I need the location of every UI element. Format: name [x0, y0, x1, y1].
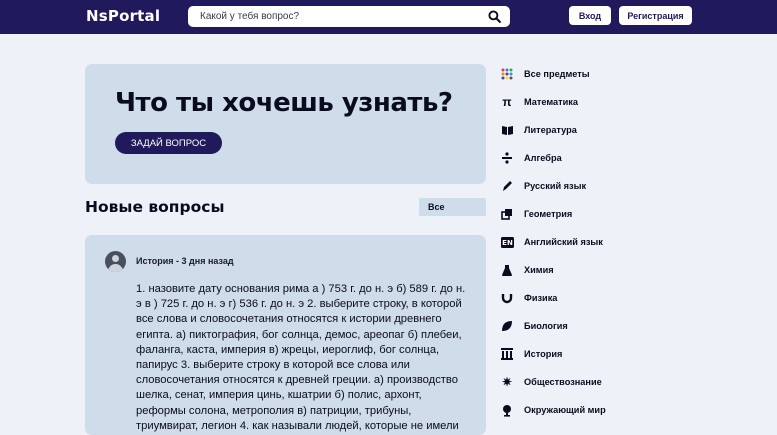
svg-text:EN: EN	[502, 239, 513, 247]
pi-icon: π	[502, 95, 512, 109]
sidebar-item-algebra[interactable]: Алгебра	[500, 150, 660, 166]
login-button[interactable]: Вход	[569, 6, 611, 25]
search-box	[188, 6, 510, 27]
site-logo[interactable]: NsPortal	[86, 7, 160, 25]
sidebar-item-english[interactable]: EN Английский язык	[500, 234, 660, 250]
sun-icon: ✷	[501, 375, 513, 389]
magnet-icon	[500, 291, 514, 305]
divide-icon	[500, 151, 514, 165]
columns-icon	[500, 347, 514, 361]
sidebar-item-label: Все предметы	[524, 69, 590, 79]
sidebar-item-label: Русский язык	[524, 181, 587, 191]
top-navigation-bar: NsPortal Вход Регистрация	[0, 0, 777, 34]
new-questions-title: Новые вопросы	[85, 198, 225, 216]
avatar-head-shape	[112, 255, 119, 262]
globe-icon	[500, 403, 514, 417]
en-icon: EN	[500, 235, 514, 249]
pen-icon	[500, 179, 514, 193]
hero-title: Что ты хочешь узнать?	[115, 88, 453, 118]
sidebar-item-label: Химия	[524, 265, 554, 275]
sidebar-item-chemistry[interactable]: Химия	[500, 262, 660, 278]
sidebar-item-social-studies[interactable]: ✷ Обществознание	[500, 374, 660, 390]
question-meta: История - 3 дня назад	[136, 256, 234, 266]
sidebar-item-label: Биология	[524, 321, 568, 331]
book-icon	[500, 123, 514, 137]
question-text[interactable]: 1. назовите дату основания рима а ) 753 …	[136, 282, 466, 435]
sidebar-item-biology[interactable]: Биология	[500, 318, 660, 334]
subject-filter-select[interactable]: Все	[419, 198, 486, 216]
hero-banner: Что ты хочешь узнать? ЗАДАЙ ВОПРОС	[85, 64, 486, 184]
search-input[interactable]	[188, 6, 478, 27]
sidebar-item-label: Обществознание	[524, 377, 602, 387]
sidebar-item-label: Английский язык	[524, 237, 603, 247]
avatar[interactable]	[105, 251, 126, 272]
sidebar-item-literature[interactable]: Литература	[500, 122, 660, 138]
sidebar-item-physics[interactable]: Физика	[500, 290, 660, 306]
sidebar-item-world-around[interactable]: Окружающий мир	[500, 402, 660, 418]
register-button[interactable]: Регистрация	[619, 6, 692, 25]
sidebar-item-label: Математика	[524, 97, 579, 107]
sidebar-item-label: История	[524, 349, 563, 359]
flask-icon	[500, 263, 514, 277]
sidebar-item-label: Литература	[524, 125, 577, 135]
avatar-body-shape	[108, 264, 123, 272]
sidebar-item-label: Геометрия	[524, 209, 573, 219]
grid-icon	[500, 67, 514, 81]
sidebar-item-label: Алгебра	[524, 153, 562, 163]
sidebar-item-math[interactable]: π Математика	[500, 94, 660, 110]
leaf-icon	[500, 319, 514, 333]
ask-question-button[interactable]: ЗАДАЙ ВОПРОС	[115, 132, 222, 154]
shapes-icon	[500, 207, 514, 221]
sidebar-item-russian[interactable]: Русский язык	[500, 178, 660, 194]
sidebar-item-all-subjects[interactable]: Все предметы	[500, 66, 660, 82]
sidebar-item-geometry[interactable]: Геометрия	[500, 206, 660, 222]
question-card[interactable]: История - 3 дня назад 1. назовите дату о…	[85, 235, 486, 435]
sidebar-item-label: Окружающий мир	[524, 405, 606, 415]
sidebar-item-label: Физика	[524, 293, 558, 303]
sidebar-item-history[interactable]: История	[500, 346, 660, 362]
search-icon[interactable]	[488, 10, 501, 23]
